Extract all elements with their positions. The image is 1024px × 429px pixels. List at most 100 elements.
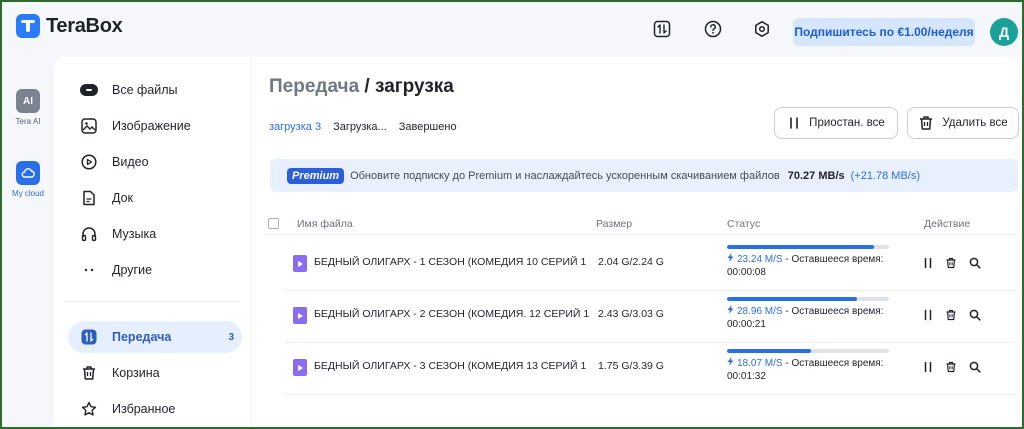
bolt-icon [727,357,734,366]
pause-button[interactable] [921,360,935,374]
page-title: Передача / загрузка [269,76,454,98]
ai-icon: AI [16,89,40,113]
search-icon [969,361,981,373]
video-file-icon [293,255,307,272]
video-file-icon [293,307,307,324]
transfer-tabs: загрузка 3 Загрузка... Завершено [269,121,469,133]
download-progress-bar [727,297,889,301]
sidebar-item-other[interactable]: Другие [68,254,242,286]
table-row[interactable]: БЕДНЫЙ ОЛИГАРХ - 3 СЕЗОН (КОМЕДИЯ 13 СЕР… [285,343,1018,395]
pause-icon [924,361,932,373]
search-icon [969,309,981,321]
breadcrumb-separator: / [359,76,375,97]
sidebar-item-all-files[interactable]: Все файлы [68,74,242,106]
sidebar-item-label: Корзина [112,366,160,380]
premium-speed: 70.27 MB/s [787,169,845,182]
column-header-action: Действие [924,218,971,230]
delete-button[interactable] [944,256,958,270]
file-name: БЕДНЫЙ ОЛИГАРХ - 1 СЕЗОН (КОМЕДИЯ 10 СЕР… [314,256,590,268]
sidebar-item-video[interactable]: Видео [68,146,242,178]
select-all-checkbox[interactable] [268,218,279,229]
terabox-logo-icon [16,14,40,38]
download-rate: 28.96 M/S [737,306,783,317]
video-file-icon [293,359,307,376]
pause-all-label: Приостан. все [809,117,885,129]
sidebar-item-trash[interactable]: Корзина [68,357,242,389]
tab-uploading[interactable]: Загрузка... [333,121,387,133]
download-progress-bar [727,245,889,249]
premium-banner-text: Обновите подписку до Premium и наслаждай… [350,169,780,182]
sidebar-item-label: Док [112,191,134,205]
table-row[interactable]: БЕДНЫЙ ОЛИГАРХ - 2 СЕЗОН (КОМЕДИЯ. 12 СЕ… [285,291,1018,343]
transfer-count-badge: 3 [228,331,234,343]
video-icon [80,153,98,171]
download-status: 28.96 M/S - Оставшееся время: [727,305,883,317]
file-name: БЕДНЫЙ ОЛИГАРХ - 2 СЕЗОН (КОМЕДИЯ. 12 СЕ… [314,308,590,320]
download-progress-bar [727,349,889,353]
remaining-label: - Оставшееся время: [782,358,884,369]
file-name: БЕДНЫЙ ОЛИГАРХ - 3 СЕЗОН (КОМЕДИЯ 13 СЕР… [314,360,590,372]
remaining-time: 00:00:08 [727,267,766,278]
file-size: 1.75 G/3.39 G [598,360,664,372]
help-icon[interactable] [704,20,722,38]
avatar[interactable]: Д [990,18,1018,46]
logo-text: TeraBox [46,14,123,37]
premium-badge: Premium [287,167,345,184]
download-rate: 23.24 M/S [737,254,783,265]
table-row[interactable]: БЕДНЫЙ ОЛИГАРХ - 1 СЕЗОН (КОМЕДИЯ 10 СЕР… [285,239,1018,291]
search-icon [969,257,981,269]
rail-item-label: My cloud [11,189,44,198]
sidebar-item-label: Все файлы [112,83,178,97]
remaining-time: 00:01:32 [727,371,766,382]
pause-icon [924,309,932,321]
trash-icon [946,257,956,269]
tab-completed[interactable]: Завершено [399,121,457,133]
top-bar: TeraBox Подпишитесь по €1.00/неделя Д [2,2,1022,57]
tab-download[interactable]: загрузка 3 [269,121,321,133]
locate-file-button[interactable] [968,360,982,374]
more-icon [80,261,98,279]
logo[interactable]: TeraBox [16,14,123,38]
bolt-icon [727,253,734,262]
download-status: 18.07 M/S - Оставшееся время: [727,357,883,369]
headphones-icon [80,225,98,243]
rail-item-my-cloud[interactable]: My cloud [2,161,54,198]
delete-button[interactable] [944,360,958,374]
trash-icon [80,364,98,382]
settings-icon[interactable] [753,20,771,38]
download-progress-fill [727,349,812,353]
file-size: 2.43 G/3.03 G [598,308,664,320]
trash-icon [946,309,956,321]
transfer-icon [80,328,98,346]
main-content: Передача / загрузка загрузка 3 Загрузка.… [252,57,1022,427]
pause-all-button[interactable]: Приостан. все [774,107,898,139]
document-icon [80,189,98,207]
sidebar-item-label: Избранное [112,402,176,416]
sidebar-item-docs[interactable]: Док [68,182,242,214]
sidebar-item-label: Изображение [112,119,191,133]
delete-button[interactable] [944,308,958,322]
sidebar-item-transfer[interactable]: Передача 3 [68,321,242,353]
all-files-icon [80,81,98,99]
sidebar-item-music[interactable]: Музыка [68,218,242,250]
breadcrumb-current: загрузка [375,76,454,97]
pause-button[interactable] [921,308,935,322]
trash-icon [920,116,933,130]
transfer-icon[interactable] [653,20,671,38]
sidebar-item-label: Другие [112,263,153,277]
download-status: 23.24 M/S - Оставшееся время: [727,253,883,265]
table-header-divider [266,234,1018,235]
delete-all-button[interactable]: Удалить все [907,107,1019,139]
sidebar-item-images[interactable]: Изображение [68,110,242,142]
locate-file-button[interactable] [968,308,982,322]
remaining-time: 00:00:21 [727,319,766,330]
premium-banner[interactable]: Premium Обновите подписку до Premium и н… [270,159,1018,192]
rail-item-tera-ai[interactable]: AI Tera AI [2,89,54,126]
sidebar-item-favorites[interactable]: Избранное [68,393,242,425]
locate-file-button[interactable] [968,256,982,270]
subscribe-button[interactable]: Подпишитесь по €1.00/неделя [793,18,975,46]
download-rate: 18.07 M/S [737,358,783,369]
pause-button[interactable] [921,256,935,270]
bolt-icon [727,305,734,314]
breadcrumb-transfer[interactable]: Передача [269,76,359,97]
